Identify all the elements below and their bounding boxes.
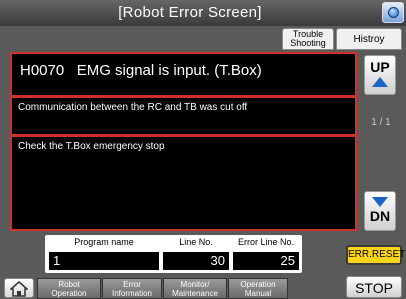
tab-robot-operation[interactable]: Robot Operation (37, 278, 101, 299)
tab-error-information[interactable]: Error Information (102, 278, 162, 299)
error-code-text: H0070 EMG signal is input. (T.Box) (20, 62, 262, 79)
help-button[interactable] (382, 2, 404, 23)
page-down-button[interactable]: DN (364, 191, 396, 231)
down-label: DN (369, 208, 391, 224)
home-icon (10, 281, 28, 297)
error-cause-box: Communication between the RC and TB was … (10, 96, 357, 136)
error-line-no-label: Error Line No. (237, 237, 295, 247)
error-remedy-box: Check the T.Box emergency stop (10, 135, 357, 231)
program-name-label: Program name (74, 237, 134, 247)
program-info-panel: Program name 1 Line No. 30 Error Line No… (45, 235, 302, 273)
line-no-value: 30 (163, 252, 229, 270)
error-cause-text: Communication between the RC and TB was … (18, 102, 248, 113)
help-icon (388, 7, 399, 18)
trouble-shooting-tab[interactable]: Trouble Shooting (282, 28, 334, 50)
screen-title: [Robot Error Screen] (118, 4, 262, 21)
line-no-label: Line No. (179, 237, 213, 247)
program-name-value: 1 (49, 252, 159, 270)
tab-monitor-maintenance[interactable]: Monitor/ Maintenance (163, 278, 227, 299)
error-code-box: H0070 EMG signal is input. (T.Box) (10, 52, 357, 97)
page-indicator: 1 / 1 (371, 117, 391, 128)
down-arrow-icon (372, 197, 388, 207)
up-arrow-icon (372, 77, 388, 87)
page-up-button[interactable]: UP (364, 55, 396, 95)
error-reset-button[interactable]: ERR.RESET (346, 245, 405, 265)
stop-button[interactable]: STOP (346, 276, 402, 298)
history-tab[interactable]: Histroy (336, 28, 402, 50)
error-line-no-value: 25 (233, 252, 299, 270)
tab-operation-manual[interactable]: Operation Manual (228, 278, 288, 299)
error-remedy-text: Check the T.Box emergency stop (18, 141, 165, 152)
home-button[interactable] (4, 278, 34, 298)
up-label: UP (370, 59, 390, 75)
